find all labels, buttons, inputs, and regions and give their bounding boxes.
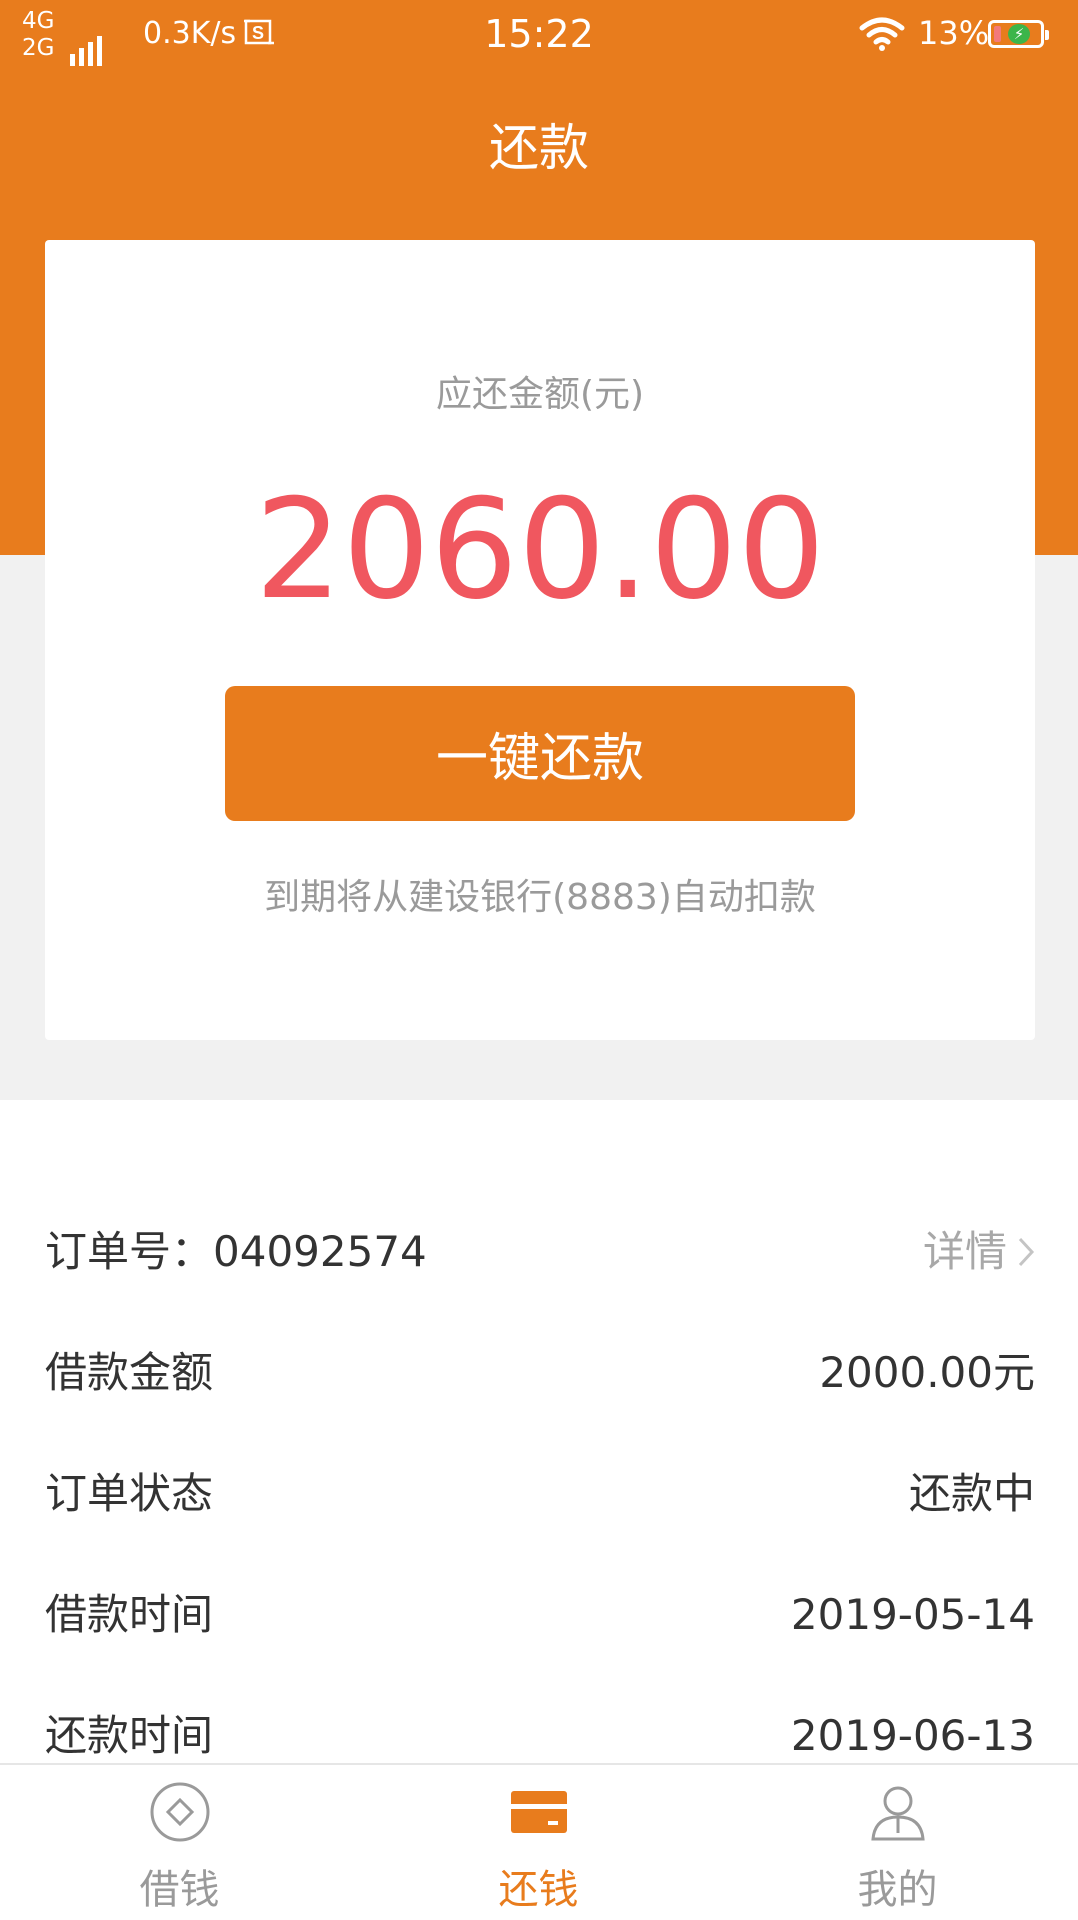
loan-amount-row: 借款金额 2000.00元 bbox=[45, 1328, 1035, 1418]
tab-mine-label: 我的 bbox=[857, 1867, 938, 1913]
bottom-tab-bar: 借钱 还钱 我的 bbox=[0, 1763, 1078, 1920]
tab-mine[interactable]: 我的 bbox=[718, 1765, 1077, 1920]
clock: 15:22 bbox=[484, 12, 594, 56]
order-number-row: 订单号：04092574 详情 bbox=[45, 1207, 1035, 1297]
diamond-circle-icon bbox=[150, 1782, 210, 1842]
battery-percent: 13% bbox=[918, 14, 990, 52]
auto-debit-note: 到期将从建设银行(8883)自动扣款 bbox=[264, 877, 816, 918]
due-amount: 2060.00 bbox=[254, 469, 826, 630]
user-icon bbox=[871, 1786, 925, 1841]
chevron-right-icon bbox=[1018, 1237, 1035, 1266]
loan-date-row: 借款时间 2019-05-14 bbox=[45, 1570, 1035, 1660]
page-title: 还款 bbox=[489, 119, 589, 177]
charging-icon: ⚡ bbox=[1008, 24, 1030, 44]
one-click-repay-button[interactable]: 一键还款 bbox=[225, 686, 855, 821]
loan-date-value: 2019-05-14 bbox=[790, 1590, 1035, 1639]
order-detail-label: 详情 bbox=[922, 1227, 1007, 1276]
tab-borrow[interactable]: 借钱 bbox=[0, 1765, 359, 1920]
order-number: 订单号：04092574 bbox=[45, 1227, 427, 1276]
loan-amount-value: 2000.00元 bbox=[819, 1348, 1035, 1397]
wifi-icon bbox=[859, 17, 905, 51]
due-amount-label: 应还金额(元) bbox=[435, 374, 645, 415]
order-status-value: 还款中 bbox=[908, 1469, 1035, 1518]
tab-repay[interactable]: 还钱 bbox=[359, 1765, 718, 1920]
card-icon bbox=[511, 1791, 567, 1833]
order-status-row: 订单状态 还款中 bbox=[45, 1449, 1035, 1539]
battery-icon: ⚡ bbox=[988, 20, 1049, 48]
loan-date-label: 借款时间 bbox=[45, 1590, 214, 1639]
order-detail-link[interactable]: 详情 bbox=[923, 1207, 1035, 1297]
status-bar: 4G 2G 0.3K/s S 15:22 13% ⚡ bbox=[0, 0, 1078, 70]
loan-amount-label: 借款金额 bbox=[45, 1348, 214, 1397]
tab-repay-label: 还钱 bbox=[498, 1867, 579, 1913]
repayment-card: 应还金额(元) 2060.00 一键还款 到期将从建设银行(8883)自动扣款 bbox=[45, 240, 1035, 1040]
order-status-label: 订单状态 bbox=[45, 1469, 214, 1518]
tab-borrow-label: 借钱 bbox=[139, 1867, 220, 1913]
